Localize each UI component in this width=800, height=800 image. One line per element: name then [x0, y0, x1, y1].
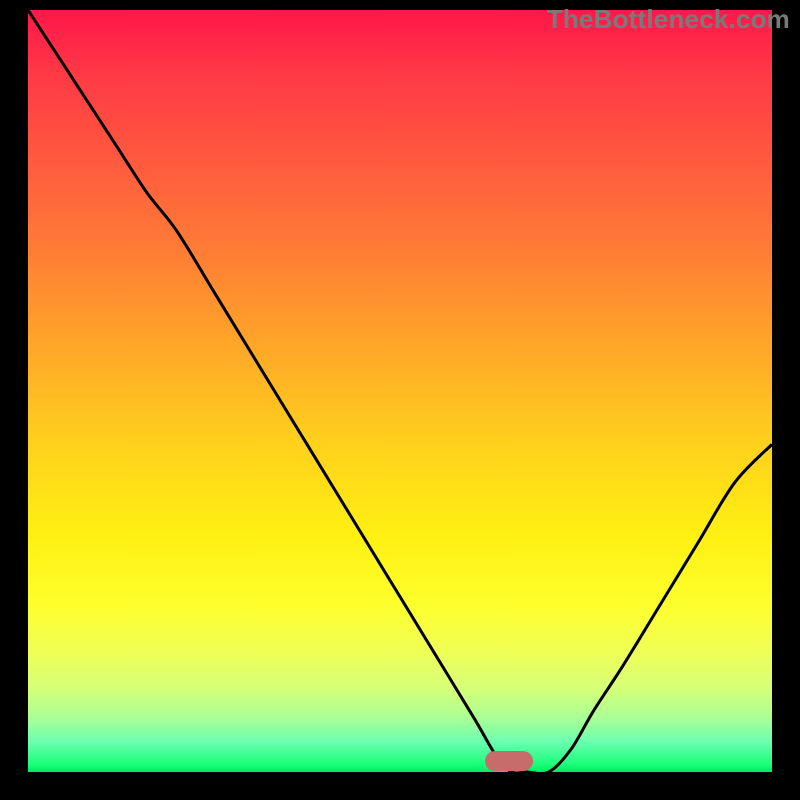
right-border: [772, 0, 800, 800]
plot-gradient-background: [28, 10, 772, 772]
optimum-marker: [485, 751, 533, 771]
chart-frame: TheBottleneck.com: [0, 0, 800, 800]
left-border: [0, 0, 28, 800]
baseline: [28, 772, 772, 800]
